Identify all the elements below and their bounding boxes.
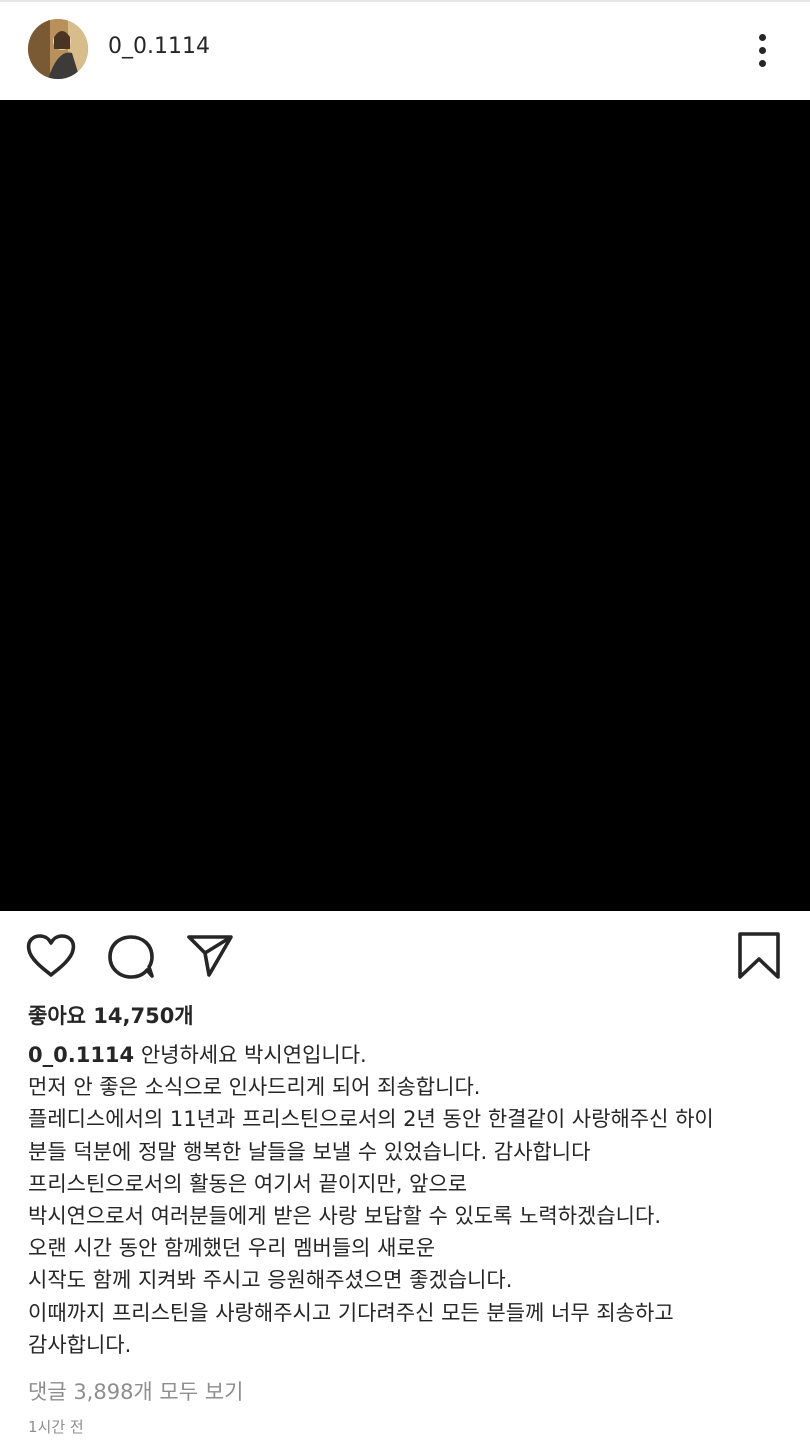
more-options-button[interactable] [742,26,782,74]
post-image[interactable] [0,100,810,911]
username[interactable]: 0_0.1114 [108,34,210,59]
more-vertical-icon [758,33,766,41]
comment-button[interactable] [106,933,156,985]
more-vertical-icon [758,59,766,67]
likes-count[interactable]: 좋아요 14,750개 [28,1000,194,1030]
bookmark-icon [738,932,780,979]
caption-line: 감사합니다. [28,1332,132,1357]
like-button[interactable] [26,933,76,983]
view-all-comments-link[interactable]: 댓글 3,898개 모두 보기 [28,1376,243,1406]
caption-line: 박시연으로서 여러분들에게 받은 사랑 보답할 수 있도록 노력하겠습니다. [28,1204,661,1229]
more-vertical-icon [758,46,766,54]
send-icon [187,935,233,977]
caption-line: 프리스틴으로서의 활동은 여기서 끝이지만, 앞으로 [28,1171,468,1196]
post-caption: 0_0.1114 안녕하세요 박시연입니다. 먼저 안 좋은 소식으로 인사드리… [28,1039,798,1361]
post-timestamp: 1시간 전 [28,1418,84,1436]
caption-line: 오랜 시간 동안 함께했던 우리 멤버들의 새로운 [28,1236,436,1261]
caption-username[interactable]: 0_0.1114 [28,1043,134,1067]
caption-text: 안녕하세요 박시연입니다. [134,1043,367,1067]
comment-icon [108,935,154,979]
profile-photo-icon [28,19,88,79]
save-button[interactable] [736,931,782,985]
caption-first-line: 0_0.1114 안녕하세요 박시연입니다. [28,1039,798,1071]
heart-icon [26,934,76,977]
caption-line: 먼저 안 좋은 소식으로 인사드리게 되어 죄송합니다. [28,1075,481,1100]
caption-line: 분들 덕분에 정말 행복한 날들을 보낼 수 있었습니다. 감사합니다 [28,1139,591,1164]
action-bar [0,911,810,1006]
caption-line: 이때까지 프리스틴을 사랑해주시고 기다려주신 모든 분들께 너무 죄송하고 [28,1300,674,1325]
caption-line: 시작도 함께 지켜봐 주시고 응원해주셨으면 좋겠습니다. [28,1268,513,1293]
post-header: 0_0.1114 [0,2,810,100]
avatar[interactable] [28,19,88,79]
caption-line: 플레디스에서의 11년과 프리스틴으로서의 2년 동안 한결같이 사랑해주신 하… [28,1107,714,1132]
share-button[interactable] [186,933,234,983]
